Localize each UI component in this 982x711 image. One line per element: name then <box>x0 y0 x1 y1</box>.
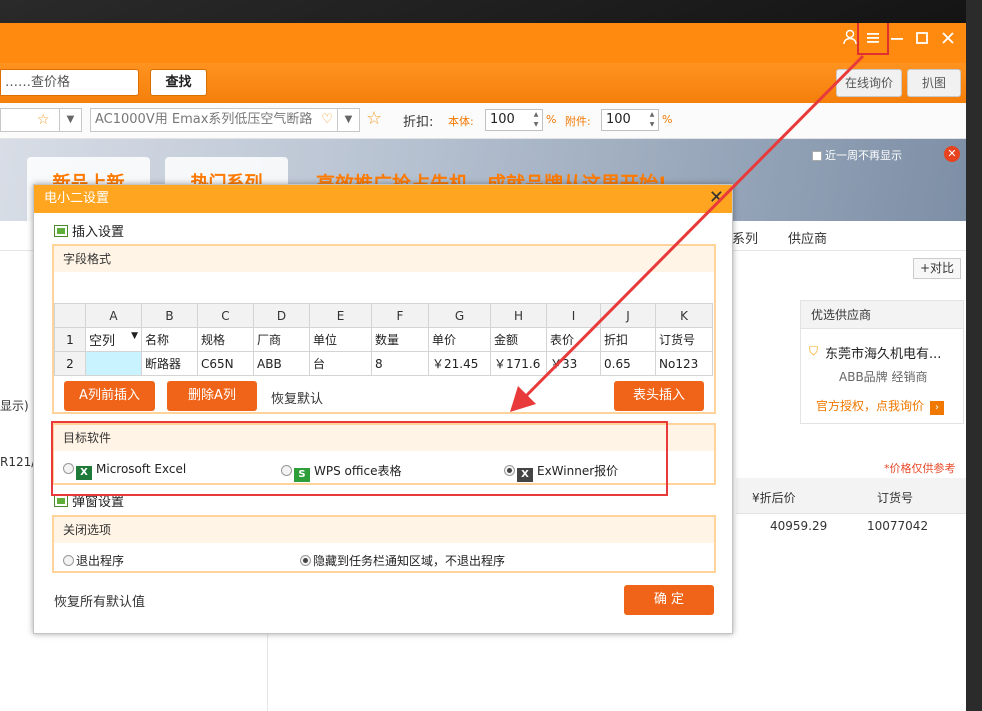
annotation-arrow <box>510 54 865 412</box>
annotation-arrow-line <box>518 54 865 404</box>
